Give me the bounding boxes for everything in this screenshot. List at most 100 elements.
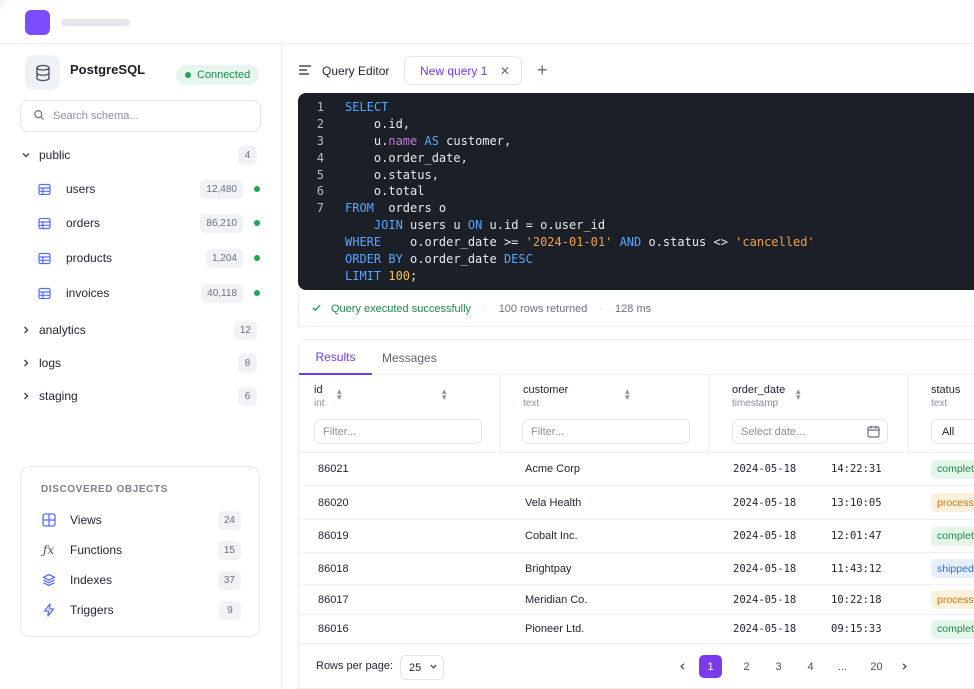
table-status-dot: [254, 255, 260, 261]
line-number: [298, 235, 324, 252]
discovered-item-views[interactable]: Views 24: [41, 509, 241, 531]
add-tab-button[interactable]: +: [537, 60, 548, 81]
customer-filter-input[interactable]: [522, 419, 690, 444]
code-token: u.: [345, 133, 389, 148]
top-bar: [0, 0, 974, 44]
schema-item-public[interactable]: public 4: [20, 142, 261, 168]
sort-icon[interactable]: ▴ ▾: [442, 387, 447, 402]
status-separator: ·: [483, 303, 487, 315]
cell-status: process: [931, 585, 974, 614]
schema-item-analytics[interactable]: analytics 12: [20, 317, 261, 343]
chevron-right-icon[interactable]: [20, 390, 32, 402]
cell-date: 2024-05-18: [733, 562, 797, 575]
page-button-20[interactable]: 20: [865, 655, 888, 678]
next-page-icon[interactable]: [893, 655, 916, 678]
chevron-down-icon: [429, 662, 438, 674]
discovered-item-triggers[interactable]: Triggers 9: [41, 599, 241, 621]
code-text: FROM orders o: [345, 201, 446, 218]
table-item-invoices[interactable]: invoices 40,118: [38, 280, 263, 306]
cell-customer: Cobalt Inc.: [525, 530, 578, 542]
menu-lines-icon[interactable]: [298, 64, 312, 79]
code-token: SELECT: [345, 100, 389, 114]
tab-results[interactable]: Results: [299, 340, 372, 375]
table-row[interactable]: 86018 Brightpay 2024-05-18 11:43:12 shipped: [299, 553, 974, 585]
chevron-right-icon[interactable]: [20, 324, 32, 336]
tab-messages[interactable]: Messages: [382, 340, 437, 375]
row-count-badge: 86,210: [200, 213, 243, 233]
schema-count-badge: 4: [238, 145, 257, 165]
sql-code-editor[interactable]: 1 SELECT 2 o.id, 3 u.name AS customer, 4 o.o…: [298, 93, 974, 290]
table-row[interactable]: 86016 Pioneer Ltd. 2024-05-18 09:15:33 compl…: [299, 615, 974, 644]
table-icon: [38, 183, 51, 196]
schema-count-badge: 8: [238, 353, 257, 373]
code-line: 6 o.total: [298, 184, 974, 201]
line-number: 2: [316, 116, 324, 131]
code-text: o.total: [345, 184, 425, 201]
sort-icon[interactable]: ▴ ▾: [796, 387, 801, 402]
line-number: [298, 218, 324, 235]
code-token: u.id = o.user_id: [482, 218, 606, 233]
cell-status: complet: [931, 615, 974, 643]
table-icon: [38, 252, 51, 265]
schema-search-input[interactable]: [53, 110, 243, 122]
column-type: text: [931, 398, 948, 409]
status-badge: shipped: [931, 559, 974, 578]
page-button-3[interactable]: 3: [767, 655, 790, 678]
cell-id: 86021: [318, 463, 349, 475]
code-text: u.name AS customer,: [345, 134, 511, 151]
code-line: LIMIT 100;: [298, 269, 974, 286]
close-icon[interactable]: ✕: [500, 64, 510, 78]
table-row[interactable]: 86020 Vela Health 2024-05-18 13:10:05 proces…: [299, 486, 974, 520]
table-item-orders[interactable]: orders 86,210: [38, 210, 263, 236]
cell-customer: Acme Corp: [525, 463, 581, 475]
line-number: 3: [316, 133, 324, 148]
code-token: name: [388, 133, 418, 148]
column-type: timestamp: [732, 398, 779, 409]
column-header-status: status text All: [909, 375, 974, 453]
schema-item-logs[interactable]: logs 8: [20, 350, 261, 376]
status-badge: complet: [931, 619, 974, 639]
code-token: FROM: [345, 201, 374, 216]
table-row[interactable]: 86021 Acme Corp 2024-05-18 14:22:31 complet: [299, 453, 974, 486]
schema-search[interactable]: [20, 100, 261, 132]
column-type: text: [523, 398, 540, 409]
table-row[interactable]: 86019 Cobalt Inc. 2024-05-18 12:01:47 comple…: [299, 520, 974, 553]
page-button-4[interactable]: 4: [799, 655, 822, 678]
code-token: ORDER BY: [345, 252, 403, 267]
calendar-icon[interactable]: [867, 425, 880, 441]
discovered-item-label: Functions: [70, 543, 123, 557]
chevron-right-icon[interactable]: [20, 357, 32, 369]
table-label: orders: [66, 216, 101, 230]
connection-status-badge: Connected: [176, 65, 260, 85]
status-dot-icon: [185, 72, 191, 78]
sort-icon[interactable]: ▴ ▾: [625, 387, 630, 402]
app-title-placeholder: [61, 19, 130, 26]
prev-page-icon[interactable]: [671, 655, 694, 678]
discovered-item-functions[interactable]: ƒx Functions 15: [41, 539, 241, 561]
cell-status: complet: [931, 453, 974, 485]
page-button-2[interactable]: 2: [735, 655, 758, 678]
table-item-users[interactable]: users 12,480: [38, 176, 263, 202]
table-row[interactable]: 86017 Meridian Co. 2024-05-18 10:22:18 proce…: [299, 585, 974, 615]
table-label: users: [66, 182, 96, 196]
status-filter-select[interactable]: All: [931, 419, 974, 444]
page-button-1[interactable]: 1: [699, 655, 722, 678]
discovered-item-count: 9: [219, 600, 241, 620]
app-logo[interactable]: [25, 10, 50, 35]
code-line: 4 o.order_date,: [298, 151, 974, 168]
tab-new-query-1[interactable]: New query 1 ✕: [404, 56, 522, 85]
cell-time: 13:10:05: [831, 496, 882, 509]
sort-icon[interactable]: ▴ ▾: [337, 387, 342, 402]
code-token: 'cancelled': [735, 235, 815, 250]
date-filter-input[interactable]: [732, 419, 888, 444]
rows-per-page-select[interactable]: 25: [400, 655, 444, 680]
discovered-item-count: 24: [217, 510, 241, 530]
schema-count-badge: 12: [233, 320, 257, 340]
chevron-down-icon[interactable]: [20, 149, 32, 161]
line-number: 4: [316, 150, 324, 165]
table-item-products[interactable]: products 1,204: [38, 245, 263, 271]
id-filter-input[interactable]: [314, 419, 482, 444]
discovered-item-indexes[interactable]: Indexes 37: [41, 569, 241, 591]
schema-item-staging[interactable]: staging 6: [20, 383, 261, 409]
code-line: 5 o.status,: [298, 168, 974, 185]
